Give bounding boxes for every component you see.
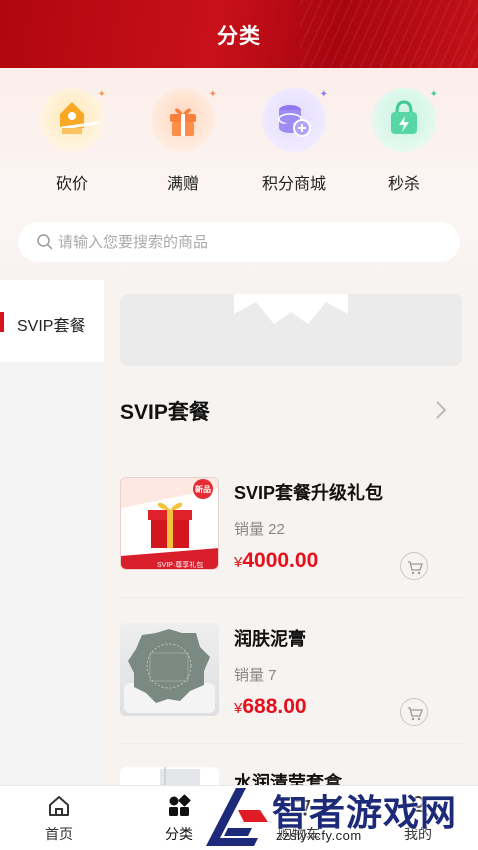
product-price: ¥4000.00	[234, 549, 318, 573]
active-indicator	[0, 312, 4, 332]
divider	[120, 597, 462, 598]
category-sidebar: SVIP套餐	[0, 280, 104, 785]
section-title: SVIP套餐	[120, 401, 210, 424]
watermark-logo-icon	[206, 788, 268, 846]
quick-entry-flash-sale[interactable]: ✦ 秒杀	[349, 88, 459, 194]
quick-entry-label: 积分商城	[261, 176, 326, 193]
price-amount: 688.00	[242, 695, 307, 718]
product-card[interactable]: 新品 SVIP·尊享礼包 SVIP套餐升级礼包 销量 22 ¥4000.00	[120, 477, 462, 597]
product-card[interactable]: 润肤泥膏 销量 7 ¥688.00	[120, 623, 462, 743]
cart-icon	[408, 561, 423, 575]
sidebar-item-svip[interactable]: SVIP套餐	[0, 280, 104, 362]
category-banner-placeholder[interactable]	[120, 294, 462, 366]
tab-label: 首页	[45, 826, 73, 842]
product-sales: 销量 22	[234, 521, 285, 538]
product-price: ¥688.00	[234, 695, 307, 719]
product-name: SVIP套餐升级礼包	[234, 483, 384, 503]
product-name: 润肤泥膏	[234, 629, 306, 649]
search-bar[interactable]	[18, 222, 460, 262]
divider	[120, 743, 462, 744]
flash-sale-bag-icon: ✦	[372, 88, 438, 152]
watermark-url: zzslyxcfy.com	[276, 828, 362, 843]
quick-entry-label: 满赠	[166, 176, 199, 193]
quick-entry-label: 砍价	[55, 176, 88, 193]
quick-entry-bargain[interactable]: ✦ 砍价	[17, 88, 127, 194]
quick-entry-gift[interactable]: ✦ 满赠	[128, 88, 238, 194]
quick-entry-label: 秒杀	[387, 176, 420, 193]
chevron-right-icon[interactable]	[434, 399, 448, 421]
product-thumbnail	[120, 623, 219, 716]
add-to-cart-button[interactable]	[400, 552, 428, 580]
header-bar: 分类	[0, 0, 478, 68]
watermark: 智者游戏网 zzslyxcfy.com	[198, 782, 478, 850]
product-sales: 销量 7	[234, 667, 277, 684]
price-amount: 4000.00	[242, 549, 319, 572]
home-icon	[19, 792, 99, 820]
search-icon	[37, 234, 53, 250]
page-title: 分类	[217, 25, 261, 48]
points-coins-icon: ✦	[262, 88, 328, 152]
cart-icon	[408, 707, 423, 721]
quick-entry-points-mall[interactable]: ✦ 积分商城	[239, 88, 349, 194]
thumbnail-caption: SVIP·尊享礼包	[157, 562, 204, 569]
search-input[interactable]	[58, 230, 438, 254]
gift-box-icon: ✦	[151, 88, 217, 152]
sidebar-item-label: SVIP套餐	[17, 318, 86, 335]
product-thumbnail: 新品 SVIP·尊享礼包	[120, 477, 219, 570]
image-placeholder-icon	[234, 294, 348, 366]
add-to-cart-button[interactable]	[400, 698, 428, 726]
tab-home[interactable]: 首页	[19, 792, 99, 844]
new-badge: 新品	[195, 485, 211, 494]
bargain-icon: ✦	[40, 88, 106, 152]
